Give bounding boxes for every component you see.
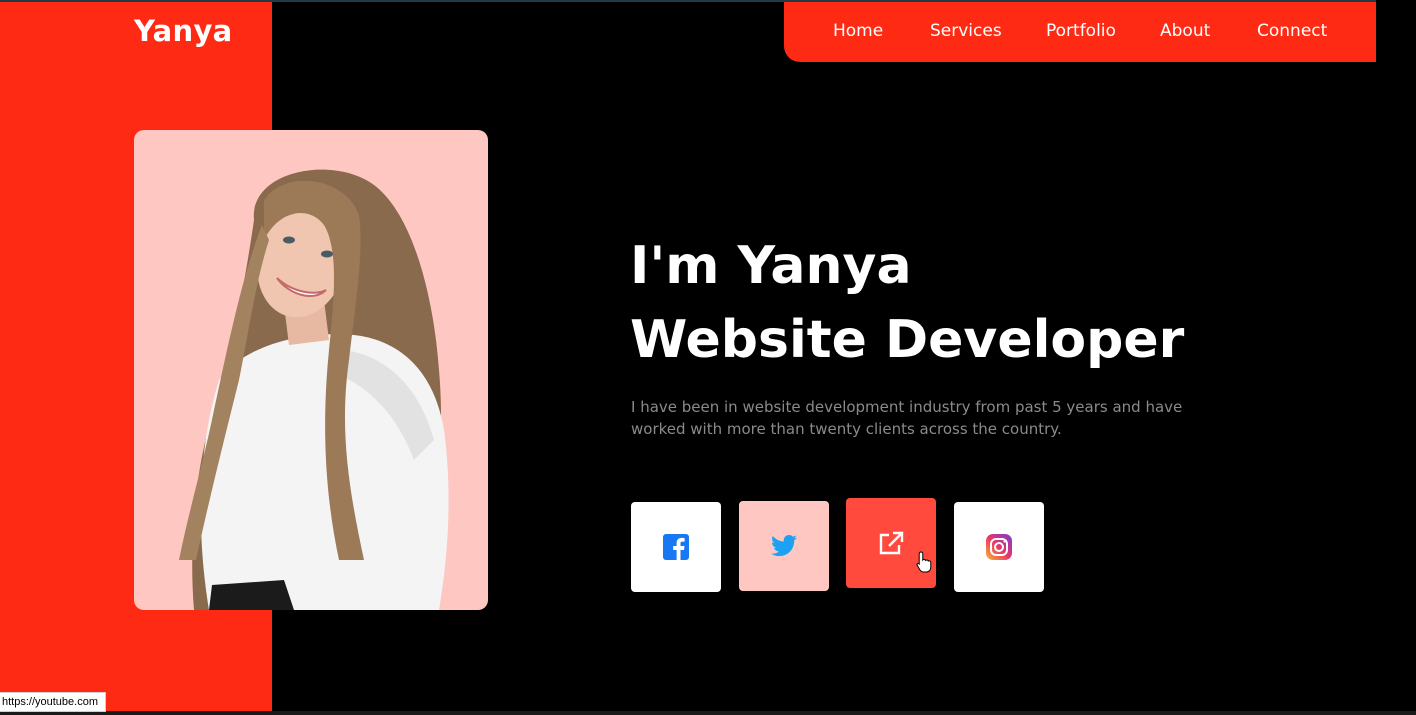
hero-title-name: I'm Yanya xyxy=(630,236,912,296)
external-link-icon xyxy=(879,531,904,555)
nav-item-about[interactable]: About xyxy=(1160,21,1210,41)
instagram-button[interactable] xyxy=(954,502,1044,592)
facebook-button[interactable] xyxy=(631,502,721,592)
bottom-border xyxy=(0,711,1416,715)
portfolio-page: Yanya Home Services Portfolio About Conn… xyxy=(0,0,1416,715)
right-margin xyxy=(1376,0,1416,715)
nav-item-home[interactable]: Home xyxy=(833,21,883,41)
hero-title-role: Website Developer xyxy=(630,310,1185,370)
facebook-icon xyxy=(663,534,689,560)
twitter-button[interactable] xyxy=(739,501,829,591)
instagram-icon xyxy=(986,534,1012,560)
nav-item-services[interactable]: Services xyxy=(930,21,1002,41)
nav-item-connect[interactable]: Connect xyxy=(1257,21,1327,41)
nav-item-portfolio[interactable]: Portfolio xyxy=(1046,21,1116,41)
hand-cursor-icon xyxy=(916,551,932,573)
site-logo[interactable]: Yanya xyxy=(134,14,233,48)
twitter-icon xyxy=(771,535,797,557)
external-link-button[interactable] xyxy=(846,498,936,588)
profile-photo xyxy=(134,130,488,610)
hero-description: I have been in website development indus… xyxy=(631,398,1183,438)
main-nav: Home Services Portfolio About Connect xyxy=(784,2,1376,62)
status-bar-url: https://youtube.com xyxy=(0,692,106,712)
portrait-illustration xyxy=(179,169,449,610)
